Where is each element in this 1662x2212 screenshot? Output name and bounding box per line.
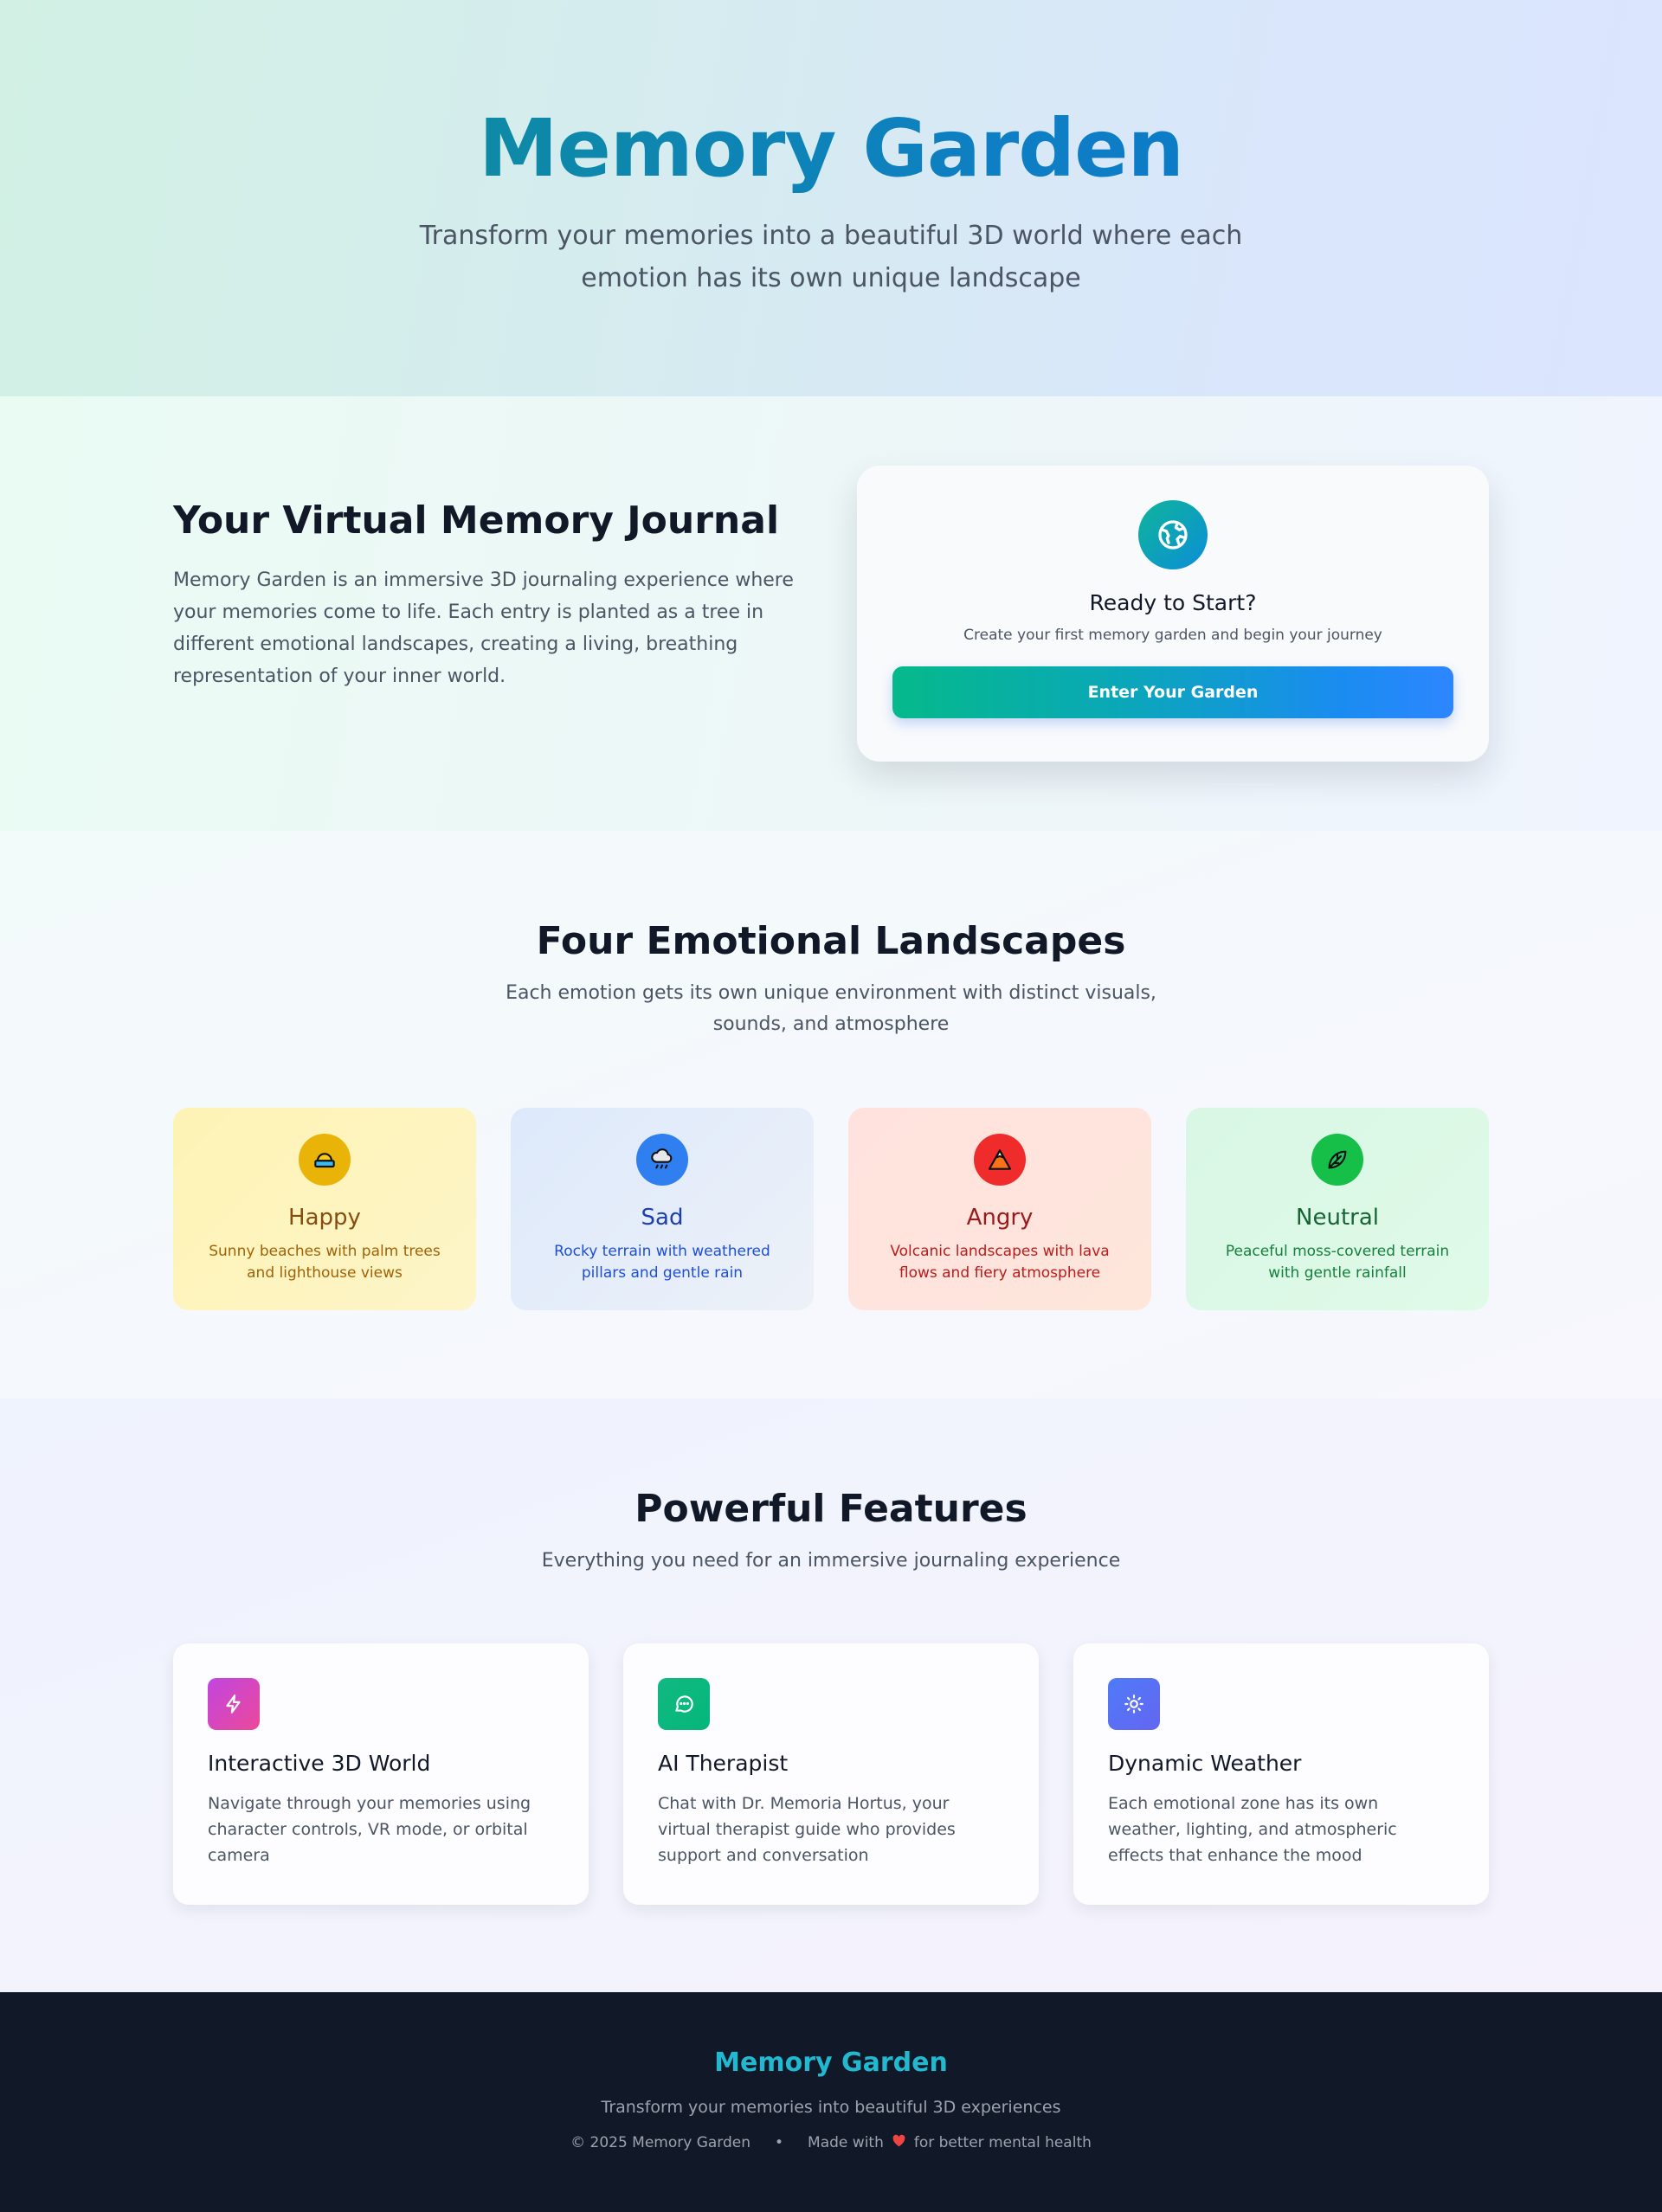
volcano-icon: [974, 1134, 1026, 1186]
emotions-title: Four Emotional Landscapes: [536, 919, 1126, 963]
made-with-prefix: Made with: [808, 2134, 884, 2151]
feature-desc: Each emotional zone has its own weather,…: [1108, 1794, 1397, 1865]
emotion-card-happy: Happy Sunny beaches with palm trees and …: [173, 1108, 476, 1310]
leaf-icon: [1311, 1134, 1363, 1186]
emotion-card-angry: Angry Volcanic landscapes with lava flow…: [848, 1108, 1151, 1310]
intro-heading: Your Virtual Memory Journal: [173, 498, 780, 543]
globe-icon: [1138, 500, 1208, 569]
intro-body: Memory Garden is an immersive 3D journal…: [173, 569, 794, 687]
footer: Memory Garden Transform your memories in…: [0, 1992, 1662, 2212]
emotion-name: Neutral: [1296, 1205, 1379, 1231]
footer-separator: •: [775, 2134, 784, 2151]
intro-section: Your Virtual Memory Journal Memory Garde…: [0, 396, 1662, 831]
features-section: Powerful Features Everything you need fo…: [0, 1399, 1662, 1992]
sun-icon: [1108, 1678, 1160, 1730]
footer-copyright: © 2025 Memory Garden: [570, 2134, 751, 2151]
hero-title: Memory Garden: [0, 102, 1662, 196]
emotions-section: Four Emotional Landscapes Each emotion g…: [0, 831, 1662, 1399]
feature-desc: Chat with Dr. Memoria Hortus, your virtu…: [658, 1794, 956, 1865]
feature-card-ai-therapist: AI Therapist Chat with Dr. Memoria Hortu…: [623, 1643, 1039, 1905]
emotion-desc: Sunny beaches with palm trees and lighth…: [209, 1243, 441, 1282]
hero-subtitle: Transform your memories into a beautiful…: [419, 221, 1243, 293]
feature-title: Dynamic Weather: [1108, 1751, 1302, 1776]
emotion-desc: Volcanic landscapes with lava flows and …: [890, 1243, 1110, 1282]
chat-bubble-icon: [658, 1678, 710, 1730]
feature-grid: Interactive 3D World Navigate through yo…: [173, 1643, 1489, 1905]
lightning-icon: [208, 1678, 260, 1730]
emotion-name: Sad: [641, 1205, 684, 1231]
beach-icon: [299, 1134, 351, 1186]
made-with-suffix: for better mental health: [913, 2134, 1092, 2151]
footer-made-with: Made with for better mental health: [808, 2134, 1092, 2151]
features-title: Powerful Features: [635, 1487, 1027, 1531]
hero-section: Memory Garden Transform your memories in…: [0, 0, 1662, 396]
feature-title: Interactive 3D World: [208, 1751, 431, 1776]
emotion-desc: Peaceful moss-covered terrain with gentl…: [1225, 1243, 1450, 1282]
start-card-subtitle: Create your first memory garden and begi…: [963, 627, 1382, 644]
footer-meta: © 2025 Memory Garden • Made with for bet…: [0, 2134, 1662, 2151]
start-card: Ready to Start? Create your first memory…: [857, 466, 1489, 762]
feature-card-dynamic-weather: Dynamic Weather Each emotional zone has …: [1073, 1643, 1489, 1905]
features-subtitle: Everything you need for an immersive jou…: [541, 1550, 1121, 1572]
emotion-card-neutral: Neutral Peaceful moss-covered terrain wi…: [1186, 1108, 1489, 1310]
heart-icon: [892, 2134, 906, 2151]
emotion-name: Angry: [966, 1205, 1034, 1231]
footer-brand: Memory Garden: [714, 2048, 948, 2078]
feature-card-3d-world: Interactive 3D World Navigate through yo…: [173, 1643, 589, 1905]
intro-text: Your Virtual Memory Journal Memory Garde…: [173, 497, 814, 692]
feature-desc: Navigate through your memories using cha…: [208, 1794, 531, 1865]
enter-garden-button[interactable]: Enter Your Garden: [892, 666, 1453, 718]
emotion-grid: Happy Sunny beaches with palm trees and …: [173, 1108, 1489, 1310]
feature-title: AI Therapist: [658, 1751, 789, 1776]
footer-tagline: Transform your memories into beautiful 3…: [601, 2098, 1061, 2117]
emotion-name: Happy: [288, 1205, 361, 1231]
start-card-title: Ready to Start?: [1089, 590, 1257, 615]
emotions-subtitle: Each emotion gets its own unique environ…: [506, 982, 1156, 1035]
emotion-desc: Rocky terrain with weathered pillars and…: [554, 1243, 770, 1282]
emotion-card-sad: Sad Rocky terrain with weathered pillars…: [511, 1108, 814, 1310]
rain-cloud-icon: [636, 1134, 688, 1186]
